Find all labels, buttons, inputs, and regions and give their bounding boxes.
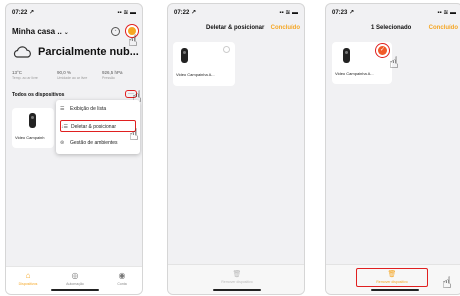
stat-value: 13°C [12,70,23,75]
stat-value: 90,0 % [57,70,72,75]
section-title: Todos os dispositivos [12,92,65,98]
stat-value: 926,5 hPa [102,70,123,75]
doorbell-icon [181,48,188,63]
remove-device-button[interactable]: 🗑 Remover dispositivo [356,268,428,287]
menu-item-list-view[interactable]: ☰ Exibição de lista [60,103,136,115]
stat-humidity: 90,0 % Umidade ao ar livre [57,70,97,80]
tab-automation[interactable]: ◎ Automação [55,271,95,286]
page-title: 1 Selecionado [371,25,412,31]
status-bar: 07:22 ↗ ▪▪ ≋ ▬ [12,9,136,19]
device-name: Video Campainh [15,135,45,140]
stat-label: Pressão [102,76,115,80]
remove-label: Remover dispositivo [221,280,253,284]
device-card[interactable]: Video Campainh [12,108,54,148]
status-time: 07:23 ↗ [332,10,355,16]
status-time: 07:22 ↗ [174,10,197,16]
trash-icon: 🗑 [387,271,397,278]
device-card[interactable]: Video Campainha A... [173,42,235,86]
device-name: Video Campainha A... [335,71,374,76]
options-menu: ☰ Exibição de lista ↓☰ Deletar & posiciona… [56,100,140,154]
stat-pressure: 926,5 hPa Pressão [102,70,142,80]
menu-item-label: Exibição de lista [70,106,107,112]
status-icons: ▪▪ ≋ ▬ [279,10,298,16]
hand-pointer-icon: ☝ [442,275,452,292]
room-icon: ⊜ [60,140,65,146]
hand-pointer-icon: ☝ [129,127,139,144]
hand-pointer-icon: ☝ [389,55,399,72]
home-indicator [51,289,99,291]
done-button[interactable]: Concluído [271,25,300,31]
list-icon: ☰ [60,106,65,112]
home-indicator [213,289,261,291]
tab-devices[interactable]: ⌂ Dispositivos [8,271,48,286]
menu-item-label: Deletar & posicionar [71,124,117,130]
remove-device-button[interactable]: 🗑 Remover dispositivo [210,270,264,284]
automation-icon: ◎ [71,271,79,280]
doorbell-icon [29,113,36,128]
tab-label: Automação [66,282,84,286]
remove-label: Remover dispositivo [376,280,408,284]
status-bar: 07:23 ↗ ▪▪ ≋ ▬ [332,9,456,19]
trash-icon: 🗑 [232,271,242,278]
status-icons: ▪▪ ≋ ▬ [437,10,456,16]
account-icon: ◉ [118,271,126,280]
status-bar: 07:22 ↗ ▪▪ ≋ ▬ [174,9,298,19]
select-checkbox[interactable] [223,46,230,53]
device-name: Video Campainha A... [176,72,215,77]
doorbell-icon [343,48,350,63]
menu-item-delete-position[interactable]: ↓☰ Deletar & posicionar [60,120,136,132]
status-time: 07:22 ↗ [12,10,35,16]
weather-stats: 13°C Temp. ao ar livre 90,0 % Umidade ao… [12,70,138,86]
checked-checkbox[interactable]: ✓ [378,46,387,55]
home-icon: ⌂ [25,271,31,280]
stat-temperature: 13°C Temp. ao ar livre [12,70,52,80]
chevron-down-icon: ⌄ [63,30,69,36]
tab-label: Dispositivos [18,282,38,286]
tab-account[interactable]: ◉ Conta [102,271,142,286]
home-name: Minha casa .. [12,27,62,36]
menu-item-label: Gestão de ambientes [70,140,118,146]
cloud-icon [13,46,31,58]
stat-label: Umidade ao ar livre [57,76,88,80]
home-selector[interactable]: Minha casa .. ⌄ [12,27,69,36]
page-title: Deletar & posicionar [206,25,265,31]
stat-label: Temp. ao ar livre [12,76,38,80]
home-indicator [371,289,419,291]
phone-screen-home: 07:22 ↗ ▪▪ ≋ ▬ Minha casa .. ⌄ ◦ ☝ Parcia… [5,3,143,295]
tab-label: Conta [117,282,127,286]
speaker-icon[interactable]: ◦ [111,27,120,36]
weather-status: Parcialmente nub... [38,46,139,58]
phone-screen-edit: 07:22 ↗ ▪▪ ≋ ▬ Deletar & posicionar Conc… [167,3,305,295]
status-icons: ▪▪ ≋ ▬ [117,10,136,16]
phone-screen-selected: 07:23 ↗ ▪▪ ≋ ▬ 1 Selecionado Concluído V… [325,3,460,295]
sort-icon: ↓☰ [61,124,68,130]
done-button[interactable]: Concluído [429,25,458,31]
menu-item-room-management[interactable]: ⊜ Gestão de ambientes [60,137,136,149]
